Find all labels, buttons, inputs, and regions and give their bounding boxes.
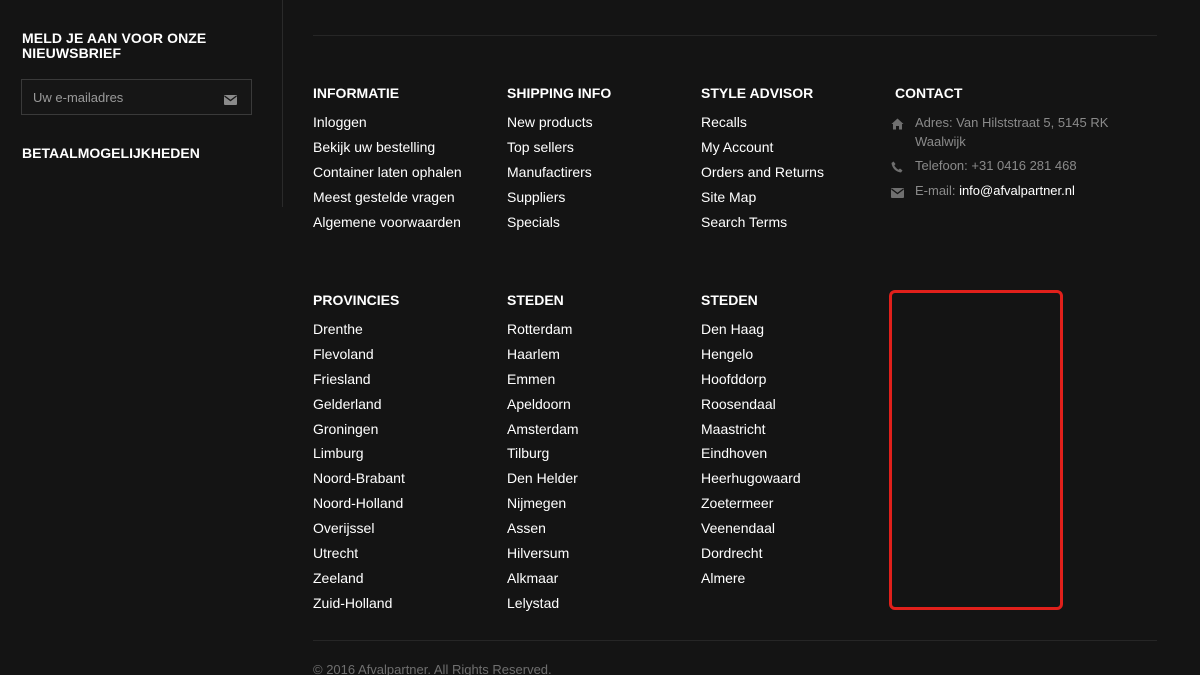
copyright-text: © 2016 Afvalpartner. All Rights Reserved… xyxy=(313,662,552,675)
steden-links-1: Rotterdam Haarlem Emmen Apeldoorn Amster… xyxy=(507,319,579,618)
steden-title: STEDEN xyxy=(701,292,758,308)
footer-link[interactable]: Bekijk uw bestelling xyxy=(313,137,462,162)
footer-link[interactable]: Friesland xyxy=(313,369,405,394)
footer-link[interactable]: Limburg xyxy=(313,443,405,468)
highlight-box xyxy=(889,290,1063,610)
footer-link[interactable]: Flevoland xyxy=(313,344,405,369)
footer-link[interactable]: Apeldoorn xyxy=(507,394,579,419)
payment-methods-title: BETAALMOGELIJKHEDEN xyxy=(22,145,200,161)
footer-link[interactable]: Heerhugowaard xyxy=(701,468,801,493)
steden-column-2: STEDEN Den Haag Hengelo Hoofddorp Roosen… xyxy=(701,290,801,593)
footer-link[interactable]: Top sellers xyxy=(507,137,611,162)
footer-link[interactable]: Inloggen xyxy=(313,112,462,137)
footer-link[interactable]: Utrecht xyxy=(313,543,405,568)
footer-link[interactable]: Site Map xyxy=(701,187,824,212)
shipping-links: New products Top sellers Manufactirers S… xyxy=(507,112,611,236)
style-advisor-links: Recalls My Account Orders and Returns Si… xyxy=(701,112,824,236)
contact-column: CONTACT Adres: Van Hilststraat 5, 5145 R… xyxy=(891,83,1141,200)
footer-link[interactable]: New products xyxy=(507,112,611,137)
footer-link[interactable]: Container laten ophalen xyxy=(313,162,462,187)
footer-link[interactable]: Den Helder xyxy=(507,468,579,493)
footer-link[interactable]: Suppliers xyxy=(507,187,611,212)
contact-email: E-mail: info@afvalpartner.nl xyxy=(891,181,1141,200)
footer-link[interactable]: Alkmaar xyxy=(507,568,579,593)
email-link[interactable]: info@afvalpartner.nl xyxy=(959,183,1075,198)
informatie-title: INFORMATIE xyxy=(313,85,400,101)
newsletter-title: MELD JE AAN VOOR ONZE NIEUWSBRIEF xyxy=(22,30,207,61)
phone-icon xyxy=(891,159,904,173)
footer-link[interactable]: Groningen xyxy=(313,419,405,444)
footer-link[interactable]: Hengelo xyxy=(701,344,801,369)
footer-link[interactable]: My Account xyxy=(701,137,824,162)
footer-link[interactable]: Hoofddorp xyxy=(701,369,801,394)
informatie-links: Inloggen Bekijk uw bestelling Container … xyxy=(313,112,462,236)
footer-page: MELD JE AAN VOOR ONZE NIEUWSBRIEF BETAAL… xyxy=(0,0,1200,675)
bottom-divider xyxy=(313,640,1157,641)
footer-link[interactable]: Search Terms xyxy=(701,212,824,237)
provincies-title: PROVINCIES xyxy=(313,292,400,308)
style-advisor-column: STYLE ADVISOR Recalls My Account Orders … xyxy=(701,83,824,236)
footer-link[interactable]: Zuid-Holland xyxy=(313,593,405,618)
informatie-column: INFORMATIE Inloggen Bekijk uw bestelling… xyxy=(313,83,462,236)
provincies-column: PROVINCIES Drenthe Flevoland Friesland G… xyxy=(313,290,405,618)
footer-link[interactable]: Orders and Returns xyxy=(701,162,824,187)
footer-link[interactable]: Noord-Brabant xyxy=(313,468,405,493)
contact-phone: Telefoon: +31 0416 281 468 xyxy=(891,156,1141,175)
email-label: E-mail: xyxy=(915,183,960,198)
footer-link[interactable]: Drenthe xyxy=(313,319,405,344)
footer-link[interactable]: Den Haag xyxy=(701,319,801,344)
footer-link[interactable]: Dordrecht xyxy=(701,543,801,568)
newsletter-email-input[interactable] xyxy=(22,80,212,114)
footer-link[interactable]: Almere xyxy=(701,568,801,593)
footer-link[interactable]: Tilburg xyxy=(507,443,579,468)
contact-title: CONTACT xyxy=(895,85,963,101)
footer-link[interactable]: Maastricht xyxy=(701,419,801,444)
footer-link[interactable]: Lelystad xyxy=(507,593,579,618)
shipping-title: SHIPPING INFO xyxy=(507,85,612,101)
envelope-icon[interactable] xyxy=(224,92,237,105)
footer-link[interactable]: Meest gestelde vragen xyxy=(313,187,462,212)
style-advisor-title: STYLE ADVISOR xyxy=(701,85,814,101)
newsletter-sidebar: MELD JE AAN VOOR ONZE NIEUWSBRIEF BETAAL… xyxy=(0,0,283,207)
footer-link[interactable]: Veenendaal xyxy=(701,518,801,543)
steden-title: STEDEN xyxy=(507,292,564,308)
footer-link[interactable]: Overijssel xyxy=(313,518,405,543)
footer-link[interactable]: Roosendaal xyxy=(701,394,801,419)
home-icon xyxy=(891,116,904,130)
footer-link[interactable]: Gelderland xyxy=(313,394,405,419)
newsletter-form xyxy=(21,79,252,115)
footer-link[interactable]: Specials xyxy=(507,212,611,237)
provincies-links: Drenthe Flevoland Friesland Gelderland G… xyxy=(313,319,405,618)
contact-address: Adres: Van Hilststraat 5, 5145 RK Waalwi… xyxy=(891,113,1131,151)
footer-link[interactable]: Rotterdam xyxy=(507,319,579,344)
footer-link[interactable]: Eindhoven xyxy=(701,443,801,468)
footer-link[interactable]: Zoetermeer xyxy=(701,493,801,518)
shipping-column: SHIPPING INFO New products Top sellers M… xyxy=(507,83,611,236)
footer-link[interactable]: Assen xyxy=(507,518,579,543)
envelope-icon xyxy=(891,184,904,198)
phone-text: Telefoon: +31 0416 281 468 xyxy=(915,158,1077,173)
address-text: Adres: Van Hilststraat 5, 5145 RK Waalwi… xyxy=(915,115,1109,149)
footer-link[interactable]: Noord-Holland xyxy=(313,493,405,518)
footer-link[interactable]: Nijmegen xyxy=(507,493,579,518)
footer-link[interactable]: Algemene voorwaarden xyxy=(313,212,462,237)
top-divider xyxy=(313,35,1157,36)
footer-link[interactable]: Haarlem xyxy=(507,344,579,369)
footer-link[interactable]: Manufactirers xyxy=(507,162,611,187)
footer-link[interactable]: Emmen xyxy=(507,369,579,394)
footer-link[interactable]: Recalls xyxy=(701,112,824,137)
steden-column-1: STEDEN Rotterdam Haarlem Emmen Apeldoorn… xyxy=(507,290,579,618)
footer-link[interactable]: Zeeland xyxy=(313,568,405,593)
footer-link[interactable]: Amsterdam xyxy=(507,419,579,444)
steden-links-2: Den Haag Hengelo Hoofddorp Roosendaal Ma… xyxy=(701,319,801,593)
footer-link[interactable]: Hilversum xyxy=(507,543,579,568)
